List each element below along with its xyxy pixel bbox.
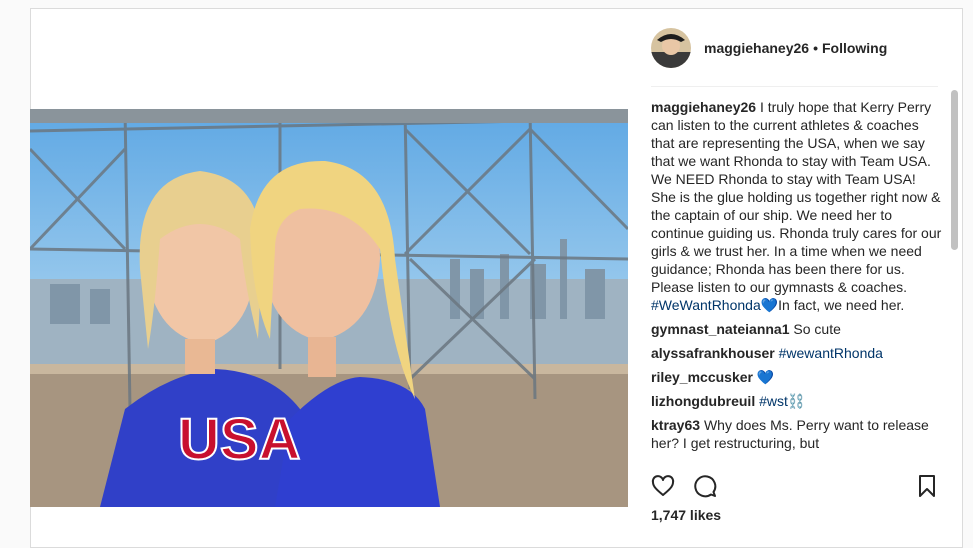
comments-list[interactable]: maggiehaney26 I truly hope that Kerry Pe… bbox=[651, 98, 943, 466]
header-separator: • bbox=[813, 40, 818, 56]
avatar-image bbox=[651, 28, 691, 68]
comment-text: So cute bbox=[793, 321, 841, 337]
list-item: alyssafrankhouser #wewantRhonda bbox=[651, 344, 943, 362]
comment-hashtag[interactable]: #wst bbox=[759, 393, 788, 409]
likes-count[interactable]: 1,747 likes bbox=[651, 507, 721, 523]
chain-emoji: ⛓️ bbox=[787, 393, 806, 409]
caption-tail: In fact, we need her. bbox=[778, 297, 905, 313]
caption-username[interactable]: maggiehaney26 bbox=[651, 99, 756, 115]
list-item: lizhongdubreuil #wst⛓️ bbox=[651, 392, 943, 410]
list-item: riley_mccusker 💙 bbox=[651, 368, 943, 386]
list-item: gymnast_nateianna1 So cute bbox=[651, 320, 943, 338]
comment-username[interactable]: alyssafrankhouser bbox=[651, 345, 775, 361]
caption-hashtag[interactable]: #WeWantRhonda bbox=[651, 297, 761, 313]
caption-text: I truly hope that Kerry Perry can listen… bbox=[651, 99, 942, 295]
header-username[interactable]: maggiehaney26 bbox=[704, 40, 809, 56]
list-item: ktray63 Why does Ms. Perry want to relea… bbox=[651, 416, 943, 452]
comment-hashtag[interactable]: #wewantRhonda bbox=[779, 345, 883, 361]
follow-status[interactable]: Following bbox=[822, 40, 887, 56]
comment-username[interactable]: riley_mccusker bbox=[651, 369, 753, 385]
post-photo[interactable]: USA bbox=[30, 109, 628, 507]
blue-heart-emoji: 💙 bbox=[760, 297, 779, 313]
comments-scrollbar[interactable] bbox=[951, 90, 958, 250]
blue-heart-emoji: 💙 bbox=[756, 369, 775, 385]
heart-outline-icon[interactable] bbox=[651, 474, 675, 498]
comment-username[interactable]: lizhongdubreuil bbox=[651, 393, 755, 409]
comment-username[interactable]: gymnast_nateianna1 bbox=[651, 321, 790, 337]
photo-illustration: USA bbox=[30, 109, 628, 507]
bookmark-icon[interactable] bbox=[915, 474, 939, 498]
shirt-text-left: USA bbox=[178, 407, 300, 472]
header-divider bbox=[651, 86, 938, 87]
avatar[interactable] bbox=[651, 28, 691, 68]
action-bar bbox=[651, 474, 941, 498]
comment-bubble-icon[interactable] bbox=[693, 474, 717, 498]
header-text: maggiehaney26 • Following bbox=[704, 40, 887, 56]
caption: maggiehaney26 I truly hope that Kerry Pe… bbox=[651, 98, 943, 314]
post-header: maggiehaney26 • Following bbox=[651, 28, 941, 68]
comment-username[interactable]: ktray63 bbox=[651, 417, 700, 433]
